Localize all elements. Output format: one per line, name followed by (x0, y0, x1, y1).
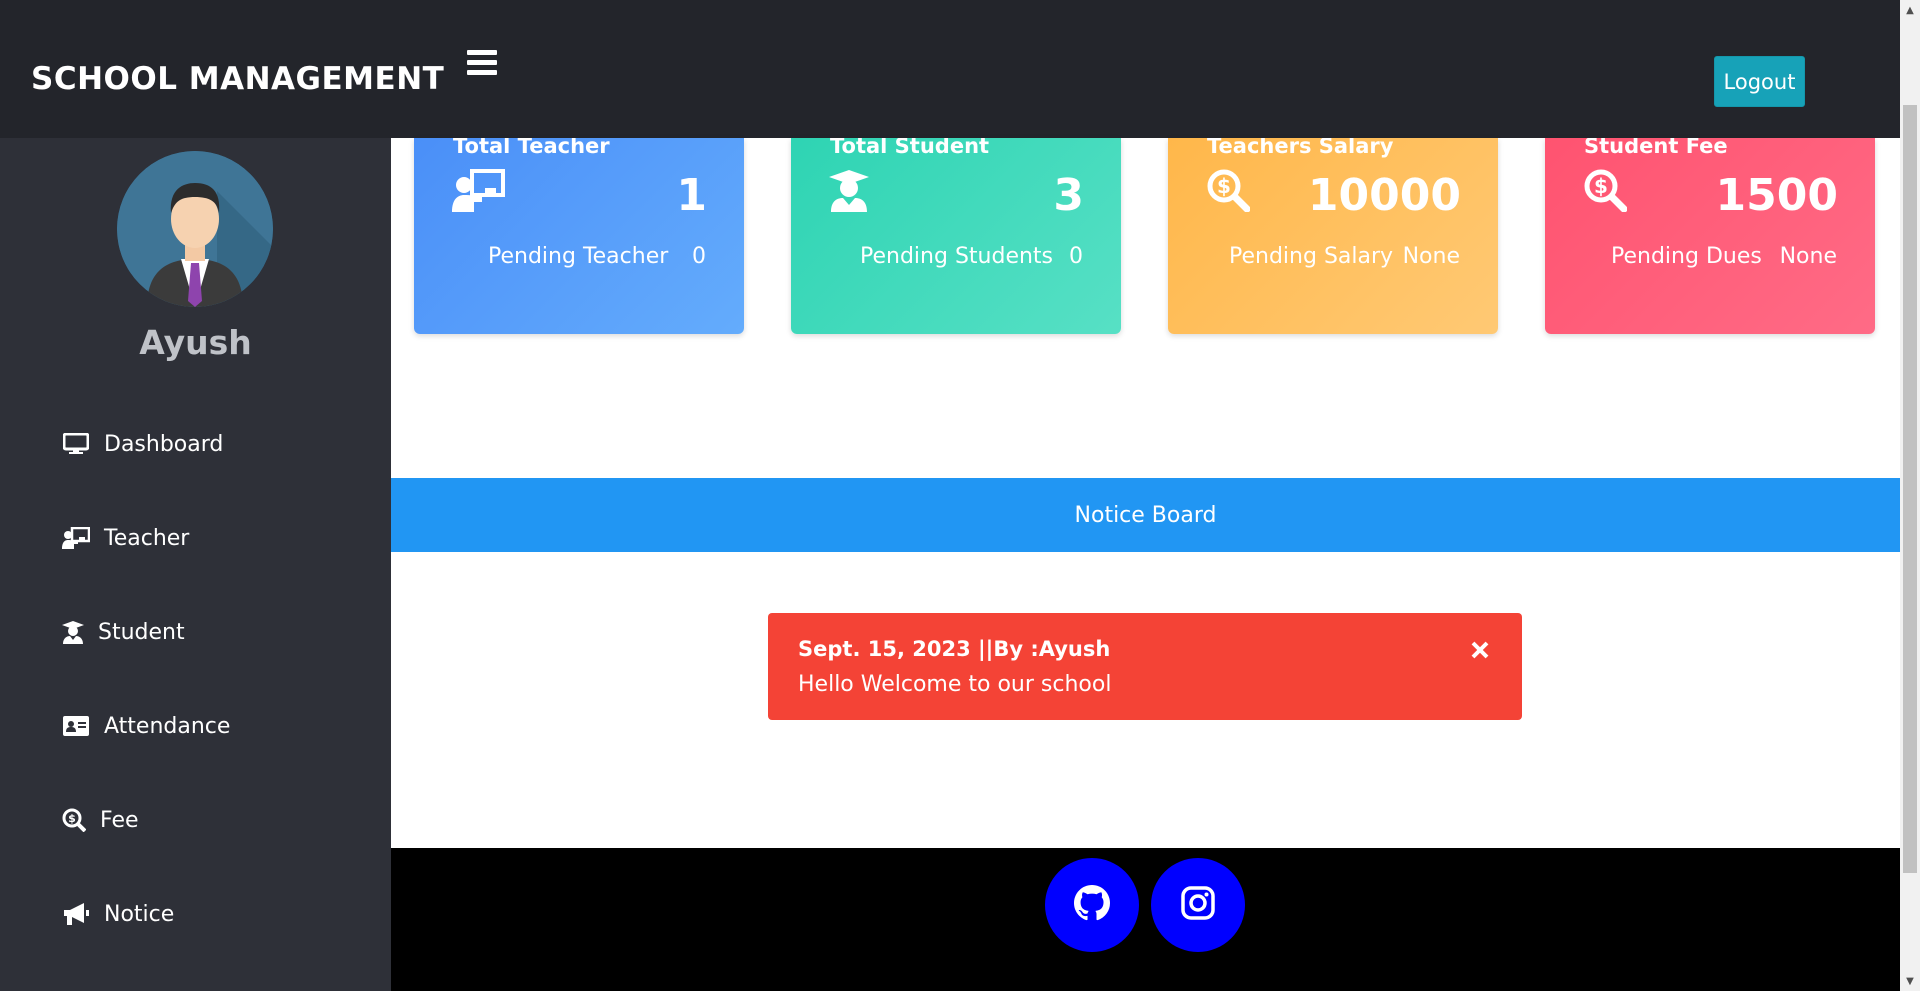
bullhorn-icon (62, 902, 90, 926)
user-graduate-icon (62, 620, 84, 644)
card-pending-label: Pending Students (860, 244, 1054, 269)
card-value: 1500 (1715, 170, 1838, 221)
scroll-up-arrow-icon[interactable]: ▲ (1900, 0, 1920, 20)
card-title: Student Fee (1584, 138, 1728, 158)
card-value: 1 (676, 170, 707, 221)
sidebar-item-notice[interactable]: Notice (62, 894, 174, 934)
svg-text:$: $ (1594, 174, 1608, 198)
instagram-link[interactable] (1151, 858, 1245, 952)
sidebar-item-label: Dashboard (104, 431, 224, 457)
desktop-icon (62, 432, 90, 456)
card-title: Teachers Salary (1207, 138, 1394, 158)
chalkboard-teacher-icon (62, 526, 90, 550)
sidebar-item-student[interactable]: Student (62, 612, 185, 652)
card-pending-value: 0 (692, 244, 706, 269)
search-dollar-icon: $ (62, 808, 86, 832)
card-pending-value: 0 (1069, 244, 1083, 269)
sidebar-item-attendance[interactable]: Attendance (62, 706, 230, 746)
notice-board-header: Notice Board (391, 478, 1900, 552)
svg-text:$: $ (1217, 174, 1231, 198)
notice-alert: Sept. 15, 2023 ||By :Ayush Hello Welcome… (768, 613, 1522, 720)
sidebar: Ayush Dashboard Teacher Student Attendan… (0, 138, 391, 991)
github-link[interactable] (1045, 858, 1139, 952)
close-icon[interactable] (1468, 639, 1492, 663)
sidebar-item-label: Attendance (104, 713, 231, 739)
top-navbar: SCHOOL MANAGEMENT Logout (0, 0, 1900, 138)
card-title: Total Teacher (453, 138, 610, 158)
footer (391, 848, 1900, 991)
avatar (117, 151, 273, 307)
total-teacher-card: Total Teacher 1 Pending Teacher 0 (414, 138, 744, 334)
student-fee-card: Student Fee $ 1500 Pending Dues None (1545, 138, 1875, 334)
sidebar-item-teacher[interactable]: Teacher (62, 518, 189, 558)
id-card-icon (62, 714, 90, 738)
github-icon (1074, 885, 1110, 925)
sidebar-item-label: Student (98, 619, 185, 645)
page-scrollbar[interactable]: ▲ ▼ (1900, 0, 1920, 991)
hamburger-menu-icon[interactable] (467, 50, 497, 76)
logout-button[interactable]: Logout (1714, 56, 1805, 107)
card-pending-label: Pending Teacher (488, 244, 669, 269)
scroll-down-arrow-icon[interactable]: ▼ (1900, 971, 1920, 991)
notice-body: Hello Welcome to our school (798, 672, 1112, 697)
search-dollar-icon: $ (1206, 168, 1260, 216)
chalkboard-teacher-icon (452, 168, 506, 216)
brand-title[interactable]: SCHOOL MANAGEMENT (31, 61, 444, 97)
sidebar-username: Ayush (139, 323, 252, 362)
sidebar-item-label: Notice (104, 901, 175, 927)
card-pending-value: None (1779, 244, 1837, 269)
sidebar-item-fee[interactable]: $ Fee (62, 800, 139, 840)
sidebar-item-label: Teacher (104, 525, 190, 551)
total-student-card: Total Student 3 Pending Students 0 (791, 138, 1121, 334)
sidebar-item-label: Fee (100, 807, 139, 833)
card-pending-label: Pending Dues (1611, 244, 1762, 269)
sidebar-item-dashboard[interactable]: Dashboard (62, 424, 223, 464)
card-title: Total Student (830, 138, 990, 158)
teachers-salary-card: Teachers Salary $ 10000 Pending Salary N… (1168, 138, 1498, 334)
card-value: 3 (1053, 170, 1084, 221)
notice-header: Sept. 15, 2023 ||By :Ayush (798, 637, 1111, 661)
instagram-icon (1181, 886, 1215, 924)
user-graduate-icon (829, 168, 883, 216)
scrollbar-thumb[interactable] (1903, 105, 1917, 873)
card-pending-label: Pending Salary (1229, 244, 1394, 269)
card-pending-value: None (1402, 244, 1460, 269)
card-value: 10000 (1307, 170, 1461, 221)
search-dollar-icon: $ (1583, 168, 1637, 216)
svg-text:$: $ (68, 812, 76, 825)
